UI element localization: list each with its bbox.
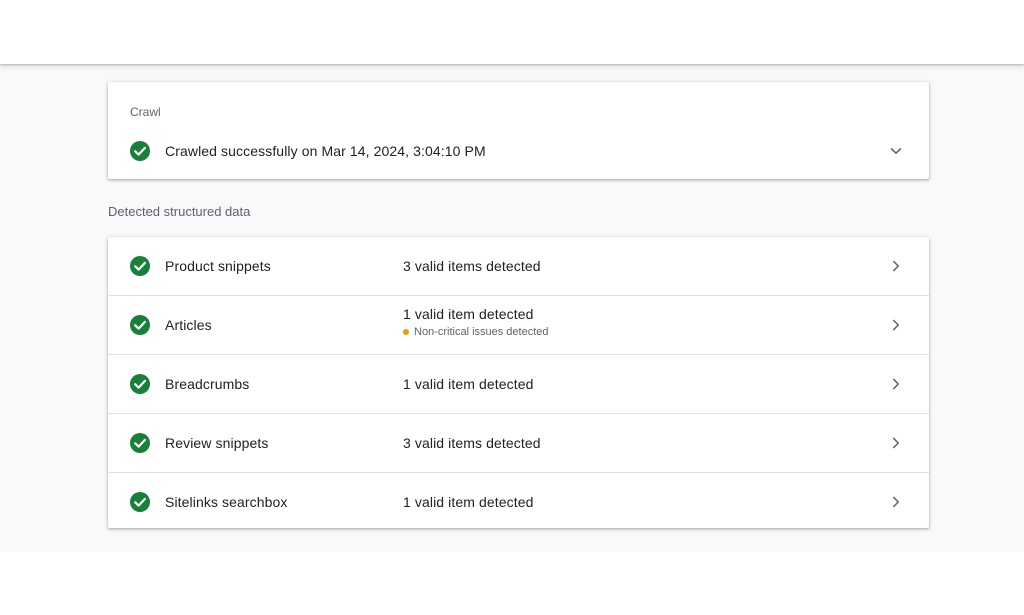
- item-status: 1 valid item detected: [403, 494, 534, 510]
- check-circle-icon: [130, 492, 150, 512]
- structured-data-list: Product snippets 3 valid items detected …: [108, 237, 929, 528]
- item-status: 1 valid item detected: [403, 376, 534, 392]
- structured-data-row-product-snippets[interactable]: Product snippets 3 valid items detected: [108, 237, 929, 296]
- warning-dot-icon: [403, 329, 409, 335]
- item-status: 1 valid item detected: [403, 306, 534, 322]
- crawl-card: Crawl Crawled successfully on Mar 14, 20…: [108, 82, 929, 179]
- check-circle-icon: [130, 433, 150, 453]
- item-status: 3 valid items detected: [403, 435, 541, 451]
- chevron-right-icon: [893, 319, 899, 331]
- check-circle-icon: [130, 256, 150, 276]
- crawl-status-text: Crawled successfully on Mar 14, 2024, 3:…: [165, 143, 486, 159]
- structured-data-row-breadcrumbs[interactable]: Breadcrumbs 1 valid item detected: [108, 355, 929, 414]
- item-warning-text: Non-critical issues detected: [414, 326, 549, 338]
- check-circle-icon: [130, 315, 150, 335]
- chevron-down-icon[interactable]: [887, 142, 905, 160]
- chevron-right-icon: [893, 260, 899, 272]
- item-warning: Non-critical issues detected: [403, 326, 549, 338]
- item-name: Product snippets: [165, 258, 271, 274]
- chevron-right-icon: [893, 437, 899, 449]
- check-circle-icon: [130, 374, 150, 394]
- structured-data-row-sitelinks-searchbox[interactable]: Sitelinks searchbox 1 valid item detecte…: [108, 473, 929, 531]
- item-name: Review snippets: [165, 435, 269, 451]
- structured-data-row-articles[interactable]: Articles 1 valid item detected Non-criti…: [108, 296, 929, 355]
- item-status-group: 1 valid item detected Non-critical issue…: [403, 306, 549, 338]
- crawl-section-label: Crawl: [130, 105, 161, 119]
- item-name: Breadcrumbs: [165, 376, 250, 392]
- item-status: 3 valid items detected: [403, 258, 541, 274]
- top-app-bar: [0, 0, 1024, 64]
- item-name: Articles: [165, 317, 212, 333]
- crawl-status-row[interactable]: Crawled successfully on Mar 14, 2024, 3:…: [108, 136, 929, 166]
- item-name: Sitelinks searchbox: [165, 494, 288, 510]
- check-circle-icon: [130, 141, 150, 161]
- structured-data-heading: Detected structured data: [108, 204, 251, 219]
- chevron-right-icon: [893, 378, 899, 390]
- chevron-right-icon: [893, 496, 899, 508]
- structured-data-row-review-snippets[interactable]: Review snippets 3 valid items detected: [108, 414, 929, 473]
